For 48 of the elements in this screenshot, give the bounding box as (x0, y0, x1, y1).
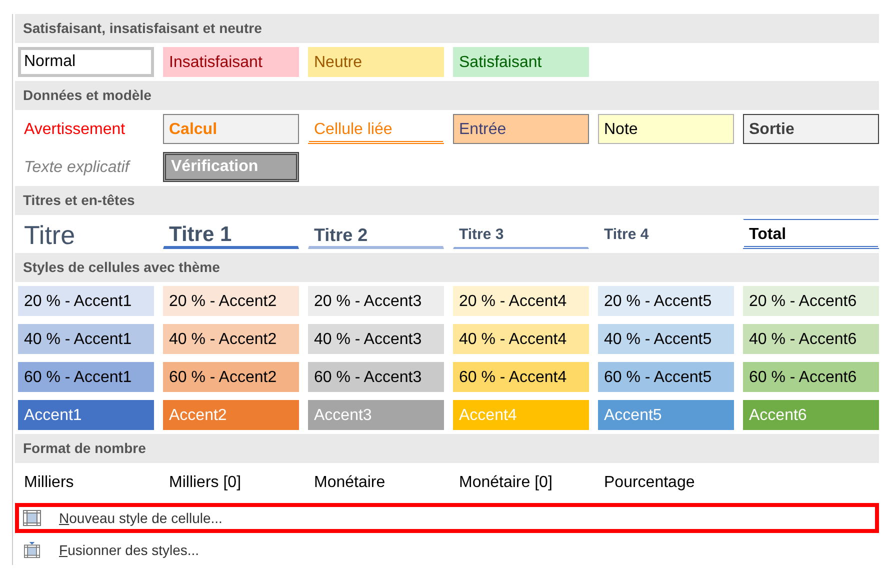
cell-style-option[interactable]: Pourcentage (598, 467, 734, 497)
cell-style-option[interactable]: 40 % - Accent3 (308, 324, 444, 354)
cell-style-option[interactable]: Normal (18, 47, 154, 77)
cell-style-option[interactable]: 20 % - Accent6 (743, 286, 879, 316)
section-header: Satisfaisant, insatisfaisant et neutre (15, 14, 879, 43)
cell-style-option[interactable]: Titre 1 (163, 219, 299, 249)
cell-style-option[interactable]: Total (743, 219, 879, 249)
cell-style-option[interactable]: Titre (18, 219, 154, 249)
table-icon (23, 510, 41, 526)
cell-style-option[interactable]: Entrée (453, 114, 589, 144)
cell-style-option[interactable]: 40 % - Accent4 (453, 324, 589, 354)
section-header: Titres et en-têtes (15, 186, 879, 215)
cell-style-option[interactable]: Titre 3 (453, 219, 589, 249)
cell-style-option[interactable]: Milliers (18, 467, 154, 497)
cell-style-option[interactable]: 60 % - Accent3 (308, 362, 444, 392)
cell-style-option[interactable]: 20 % - Accent5 (598, 286, 734, 316)
cell-style-option[interactable]: Sortie (743, 114, 879, 144)
cell-style-option[interactable]: 60 % - Accent2 (163, 362, 299, 392)
cell-style-option[interactable]: 60 % - Accent4 (453, 362, 589, 392)
cell-style-option[interactable]: 60 % - Accent1 (18, 362, 154, 392)
merge-table-icon (23, 542, 41, 558)
section-header: Format de nombre (15, 434, 879, 463)
cell-style-option[interactable]: 40 % - Accent1 (18, 324, 154, 354)
cell-style-option[interactable]: Monétaire [0] (453, 467, 589, 497)
cell-style-option[interactable]: 60 % - Accent5 (598, 362, 734, 392)
cell-style-option[interactable]: Note (598, 114, 734, 144)
cell-style-option[interactable]: Titre 2 (308, 219, 444, 249)
cell-style-option[interactable]: 20 % - Accent3 (308, 286, 444, 316)
section-header: Styles de cellules avec thème (15, 253, 879, 282)
menu-item[interactable]: Fusionner des styles... (15, 535, 879, 565)
cell-style-option[interactable]: Avertissement (18, 114, 154, 144)
cell-style-option[interactable]: 40 % - Accent5 (598, 324, 734, 354)
cell-style-option[interactable]: 60 % - Accent6 (743, 362, 879, 392)
cell-style-option[interactable]: Texte explicatif (18, 152, 154, 182)
cell-style-option[interactable]: Neutre (308, 47, 444, 77)
cell-style-option[interactable]: Insatisfaisant (163, 47, 299, 77)
cell-style-option[interactable]: Titre 4 (598, 219, 734, 249)
cell-style-option[interactable]: Monétaire (308, 467, 444, 497)
menu-item[interactable]: Nouveau style de cellule... (15, 503, 879, 533)
cell-style-option[interactable]: 20 % - Accent4 (453, 286, 589, 316)
cell-style-option[interactable]: Satisfaisant (453, 47, 589, 77)
cell-style-option[interactable]: Milliers [0] (163, 467, 299, 497)
cell-style-option[interactable]: 20 % - Accent1 (18, 286, 154, 316)
cell-style-option[interactable]: 40 % - Accent2 (163, 324, 299, 354)
cell-style-option[interactable]: Accent1 (18, 400, 154, 430)
cell-style-option[interactable]: 20 % - Accent2 (163, 286, 299, 316)
section-header: Données et modèle (15, 81, 879, 110)
cell-style-option[interactable]: 40 % - Accent6 (743, 324, 879, 354)
